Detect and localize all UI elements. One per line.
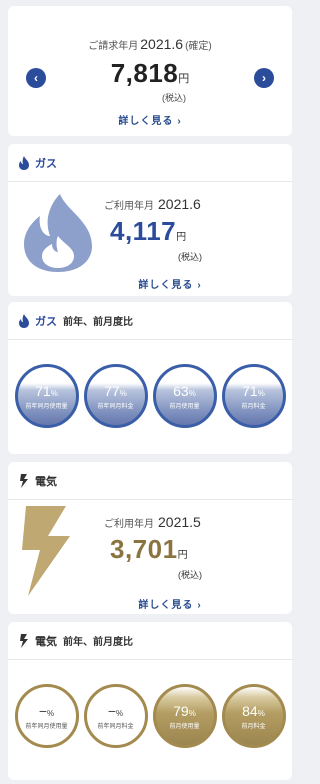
electricity-ratio-circle: −% 前年同月使用量 <box>14 684 79 748</box>
electricity-ratio-value: 79 <box>173 702 189 719</box>
billing-detail-link[interactable]: 詳しく見る › <box>8 112 292 127</box>
electricity-period-label: ご利用年月 <box>104 519 154 530</box>
gas-amount: 4,117円 <box>110 216 186 247</box>
gas-ratio-value: 63 <box>173 382 189 399</box>
electricity-detail-label: 詳しく見る <box>138 600 194 611</box>
gas-detail-link[interactable]: 詳しく見る › <box>28 276 312 291</box>
gas-amount-value: 4,117 <box>110 216 177 246</box>
electricity-comparison-title: 電気 <box>35 635 57 648</box>
gas-ratio-unit: % <box>188 388 196 398</box>
electricity-ratio-unit: % <box>47 708 55 718</box>
electricity-amount-value: 3,701 <box>110 534 178 564</box>
electricity-currency: 円 <box>177 550 188 561</box>
billing-period-value: 2021.6 <box>140 36 184 52</box>
gas-title: ガス <box>35 157 57 170</box>
chevron-right-icon[interactable]: › <box>254 68 274 88</box>
billing-detail-label: 詳しく見る <box>118 116 174 127</box>
electricity-ratio-value: − <box>107 702 117 719</box>
gas-ratio-value: 71 <box>35 382 51 399</box>
electricity-tax-note: (税込) <box>178 570 202 580</box>
electricity-ratio-value: 84 <box>242 702 258 719</box>
billing-period: ご請求年月 2021.6 (確定) <box>8 36 292 52</box>
electricity-comparison-circles: −% 前年同月使用量 −% 前年同月料金 79% 前月使用量 84% 前月料金 <box>8 684 292 748</box>
gas-ratio-label: 前月使用量 <box>169 403 200 410</box>
electricity-amount: 3,701円 <box>110 534 188 565</box>
gas-ratio-label: 前年同月料金 <box>97 403 134 410</box>
electricity-section-header: 電気 <box>8 462 292 500</box>
lightning-bolt-icon <box>20 633 28 648</box>
electricity-detail-link[interactable]: 詳しく見る › <box>28 596 312 611</box>
gas-ratio-value: 77 <box>104 382 120 399</box>
gas-ratio-unit: % <box>50 388 58 398</box>
gas-ratio-label: 前月料金 <box>241 403 266 410</box>
gas-ratio-unit: % <box>119 388 127 398</box>
electricity-period: ご利用年月 2021.5 <box>104 514 201 530</box>
electricity-ratio-unit: % <box>116 708 124 718</box>
chevron-right-icon: › <box>197 600 202 611</box>
gas-section-header: ガス <box>8 144 292 182</box>
electricity-ratio-circle: −% 前年同月料金 <box>83 684 148 748</box>
electricity-usage-card: 電気 ご利用年月 2021.5 3,701円 (税込) 詳しく見る › <box>8 462 292 614</box>
electricity-ratio-unit: % <box>188 708 196 718</box>
flame-icon <box>19 313 29 328</box>
flame-icon <box>19 155 29 170</box>
gas-ratio-label: 前年同月使用量 <box>25 403 68 410</box>
lightning-bolt-icon <box>20 473 28 488</box>
lightning-bolt-icon <box>22 506 70 596</box>
electricity-ratio-unit: % <box>257 708 265 718</box>
electricity-ratio-label: 前月料金 <box>241 723 266 730</box>
gas-usage-card: ガス ご利用年月 2021.6 4,117円 (税込) 詳しく見る › <box>8 144 292 296</box>
gas-ratio-unit: % <box>257 388 265 398</box>
electricity-ratio-value: − <box>38 702 48 719</box>
gas-period-label: ご利用年月 <box>104 201 154 212</box>
billing-summary-card: ‹ ご請求年月 2021.6 (確定) 7,818円 (税込) 詳しく見る › › <box>8 6 292 136</box>
billing-amount-value: 7,818 <box>110 58 179 88</box>
gas-period-value: 2021.6 <box>158 196 201 212</box>
electricity-title: 電気 <box>35 475 57 488</box>
gas-ratio-circle: 63% 前月使用量 <box>152 364 217 428</box>
chevron-right-icon: › <box>197 280 202 291</box>
electricity-ratio-circle: 79% 前月使用量 <box>152 684 217 748</box>
gas-comparison-circles: 71% 前年同月使用量 77% 前年同月料金 63% 前月使用量 71% 前月料… <box>8 364 292 428</box>
electricity-ratio-label: 前年同月料金 <box>97 723 134 730</box>
gas-comparison-title: ガス <box>35 315 57 328</box>
gas-comparison-header: ガス 前年、前月度比 <box>8 302 292 340</box>
electricity-ratio-circle: 84% 前月料金 <box>221 684 286 748</box>
chevron-right-icon: › <box>177 116 182 127</box>
electricity-comparison-subtitle: 前年、前月度比 <box>63 637 133 648</box>
gas-ratio-value: 71 <box>242 382 258 399</box>
gas-ratio-circle: 71% 前年同月使用量 <box>14 364 79 428</box>
flame-icon <box>24 194 92 272</box>
gas-comparison-card: ガス 前年、前月度比 71% 前年同月使用量 77% 前年同月料金 63% 前月… <box>8 302 292 454</box>
electricity-comparison-card: 電気 前年、前月度比 −% 前年同月使用量 −% 前年同月料金 79% 前月使用… <box>8 622 292 780</box>
electricity-ratio-label: 前年同月使用量 <box>25 723 68 730</box>
electricity-comparison-header: 電気 前年、前月度比 <box>8 622 292 660</box>
gas-detail-label: 詳しく見る <box>138 280 194 291</box>
electricity-ratio-label: 前月使用量 <box>169 723 200 730</box>
billing-currency: 円 <box>178 73 190 85</box>
gas-ratio-circle: 71% 前月料金 <box>221 364 286 428</box>
billing-period-label: ご請求年月 <box>88 41 139 52</box>
billing-amount: 7,818円 <box>8 58 292 89</box>
gas-ratio-circle: 77% 前年同月料金 <box>83 364 148 428</box>
gas-period: ご利用年月 2021.6 <box>104 196 201 212</box>
billing-tax-note: (税込) <box>162 93 186 103</box>
electricity-period-value: 2021.5 <box>158 514 201 530</box>
gas-currency: 円 <box>176 232 187 243</box>
gas-tax-note: (税込) <box>178 252 202 262</box>
gas-comparison-subtitle: 前年、前月度比 <box>63 317 133 328</box>
billing-period-status: (確定) <box>185 41 212 52</box>
